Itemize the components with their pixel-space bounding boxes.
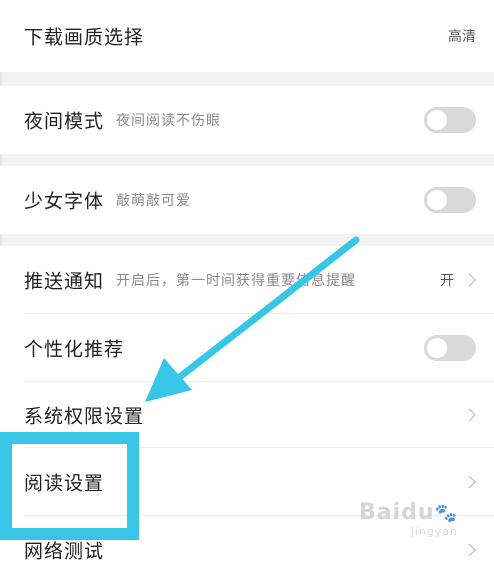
row-girl-font: 少女字体 敲萌敲可爱 bbox=[0, 166, 494, 234]
row-night-mode: 夜间模式 夜间阅读不伤眼 bbox=[0, 86, 494, 154]
personalized-recommend-title: 个性化推荐 bbox=[24, 338, 125, 361]
push-notification-title: 推送通知 bbox=[24, 270, 105, 293]
reading-settings-title: 阅读设置 bbox=[24, 472, 105, 495]
toggle-knob bbox=[427, 110, 447, 130]
chevron-right-icon bbox=[463, 475, 476, 489]
night-mode-subtitle: 夜间阅读不伤眼 bbox=[116, 113, 221, 129]
system-permissions-title: 系统权限设置 bbox=[24, 405, 145, 428]
personalized-recommend-toggle[interactable] bbox=[424, 335, 476, 361]
row-download-quality[interactable]: 下载画质选择 高清 bbox=[0, 0, 494, 72]
night-mode-toggle[interactable] bbox=[424, 107, 476, 133]
toggle-knob bbox=[427, 338, 447, 358]
watermark: Baidu🐾 jingyan bbox=[359, 500, 458, 538]
girl-font-toggle[interactable] bbox=[424, 187, 476, 213]
push-notification-value: 开 bbox=[440, 273, 454, 289]
network-test-title: 网络测试 bbox=[24, 540, 105, 563]
row-push-notification[interactable]: 推送通知 开启后，第一时间获得重要信息提醒 开 bbox=[0, 246, 494, 314]
watermark-text: Baidu bbox=[359, 500, 435, 525]
girl-font-title: 少女字体 bbox=[24, 190, 105, 213]
download-quality-value: 高清 bbox=[448, 29, 476, 45]
toggle-knob bbox=[427, 190, 447, 210]
paw-icon: 🐾 bbox=[434, 503, 458, 524]
girl-font-subtitle: 敲萌敲可爱 bbox=[116, 193, 191, 209]
row-personalized-recommend: 个性化推荐 bbox=[0, 314, 494, 382]
push-notification-subtitle: 开启后，第一时间获得重要信息提醒 bbox=[116, 273, 356, 289]
chevron-right-icon bbox=[463, 543, 476, 557]
night-mode-title: 夜间模式 bbox=[24, 110, 105, 133]
watermark-sub: jingyan bbox=[410, 525, 458, 538]
download-quality-title: 下载画质选择 bbox=[24, 26, 145, 49]
row-system-permissions[interactable]: 系统权限设置 bbox=[0, 382, 494, 448]
chevron-right-icon bbox=[463, 408, 476, 422]
chevron-right-icon bbox=[463, 273, 476, 287]
